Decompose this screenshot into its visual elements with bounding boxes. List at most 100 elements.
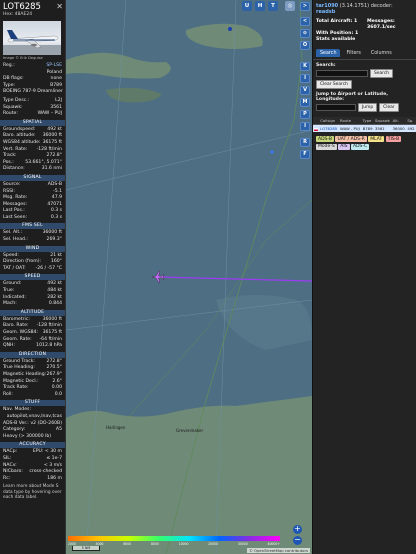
direction-row: True Heading: 270.5°: [0, 365, 65, 372]
spatial-row: WGS84 altitude: 36175 ft: [0, 140, 65, 147]
side-button-i[interactable]: I: [300, 74, 310, 83]
spatial-label[interactable]: Baro. altitude:: [3, 133, 36, 140]
wind-label[interactable]: Direction (from):: [3, 259, 41, 266]
clear-search-button[interactable]: Clear Search: [316, 80, 352, 89]
side-button-m[interactable]: M: [300, 98, 310, 107]
side-button-back[interactable]: <: [300, 17, 310, 26]
altitude-color-legend: [68, 536, 280, 541]
col-speed[interactable]: Sp.: [406, 117, 416, 125]
aircraft-info-panel: LOT6285 Hex: 48AE24 ✕ Image © Erik Degui…: [0, 0, 66, 554]
section-speed: SPEED: [0, 274, 65, 281]
place-harlingen: Harlingen: [106, 425, 126, 430]
direction-label[interactable]: Roll:: [3, 392, 13, 399]
map-button-u[interactable]: U: [242, 1, 252, 11]
jump-input[interactable]: [316, 104, 356, 111]
aircraft-photo[interactable]: [3, 21, 61, 55]
search-input[interactable]: [316, 70, 368, 77]
chip-adsb[interactable]: ADS-B: [316, 136, 334, 142]
chip-uat-adsr[interactable]: UAT / ADS-R: [335, 136, 367, 142]
mainland-shape: [66, 396, 312, 554]
readsb-link[interactable]: readsb: [316, 9, 335, 15]
altitude-row: QNH: 1012.8 hPa: [0, 343, 65, 350]
fms-label[interactable]: Sel. Head.:: [3, 237, 28, 244]
jump-button[interactable]: Jump: [358, 103, 378, 112]
side-button-k[interactable]: K: [300, 62, 310, 71]
direction-row: Roll: 0.0: [0, 392, 65, 399]
section-wind: WIND: [0, 245, 65, 252]
chip-adsc[interactable]: ADS-C: [351, 143, 370, 150]
close-panel-icon[interactable]: ✕: [56, 2, 63, 11]
chip-modes[interactable]: Mode-S: [316, 143, 337, 150]
accuracy-label[interactable]: SIL:: [3, 456, 11, 463]
route-row: Route: WAW – PUJ: [3, 111, 62, 117]
map-view[interactable]: U H T ◎ Harlingen Grevenmaker + − 2000 40…: [66, 0, 312, 554]
altitude-label[interactable]: Geom. WGS84:: [3, 330, 38, 337]
cell-route: WAW - PUJ: [339, 124, 362, 132]
chip-tisb[interactable]: TIS-B: [385, 136, 402, 142]
footer-help-text: Learn more about Mode S data type by hov…: [3, 484, 62, 501]
direction-value: 0.0: [54, 391, 62, 397]
side-button-v[interactable]: V: [300, 86, 310, 95]
signal-label[interactable]: Msg. Rate:: [3, 195, 27, 202]
col-squawk[interactable]: Squawk: [374, 117, 392, 125]
fms-value: 269.3°: [46, 237, 62, 243]
speed-label[interactable]: Mach:: [3, 301, 17, 308]
accuracy-label[interactable]: NICbaro:: [3, 469, 23, 476]
toggle-sidebar-button[interactable]: >: [300, 2, 310, 11]
altitude-label[interactable]: Baro. Rate:: [3, 323, 29, 330]
table-row[interactable]: LOT6285 WAW - PUJ B789 3561 36000 492: [313, 124, 416, 132]
spatial-label[interactable]: Distance:: [3, 166, 25, 173]
tab-search[interactable]: Search: [316, 49, 341, 57]
signal-label[interactable]: Last Seen:: [3, 215, 27, 222]
accuracy-label[interactable]: NACp:: [3, 449, 17, 456]
signal-label[interactable]: Last Pos.:: [3, 208, 25, 215]
map-layers-icon[interactable]: ◎: [285, 1, 295, 11]
col-type[interactable]: Type: [361, 117, 375, 125]
cell-callsign[interactable]: LOT6285: [320, 126, 337, 131]
col-callsign[interactable]: Callsign: [319, 117, 340, 125]
side-button-p[interactable]: P: [300, 110, 310, 119]
search-row: Search: [313, 69, 416, 78]
map-button-h[interactable]: H: [255, 1, 265, 11]
poland-flag-icon: [314, 127, 318, 131]
spatial-label[interactable]: WGS84 altitude:: [3, 140, 41, 147]
wind-label[interactable]: TAT / OAT:: [3, 266, 26, 273]
col-alt[interactable]: Alt.: [391, 117, 407, 125]
side-button-r[interactable]: R: [300, 138, 310, 147]
accuracy-value: EPU: < 30 m: [32, 449, 62, 455]
direction-row: Magnetic Heading: 267.9°: [0, 372, 65, 379]
side-button-i2[interactable]: I: [300, 122, 310, 131]
chip-mlat[interactable]: MLAT: [368, 136, 385, 142]
stats-available-link[interactable]: Stats available: [316, 37, 355, 42]
wind-list: Speed: 21 kt Direction (from): 160° TAT / OA…: [0, 253, 65, 273]
signal-row: Source: ADS-B: [0, 182, 65, 189]
accuracy-row: NICbaro: cross-checked: [0, 469, 65, 476]
speed-label[interactable]: True:: [3, 288, 14, 295]
reg-link[interactable]: SP-LSE: [46, 63, 62, 70]
cell-speed: 492: [406, 124, 416, 132]
accuracy-label[interactable]: Rc:: [3, 476, 10, 483]
col-route[interactable]: Route: [339, 117, 362, 125]
map-button-t[interactable]: T: [268, 1, 278, 11]
clear-jump-button[interactable]: Clear: [379, 103, 399, 112]
direction-label[interactable]: Magnetic Heading:: [3, 372, 46, 379]
altitude-label[interactable]: QNH:: [3, 343, 15, 350]
spatial-value: 36175 ft: [42, 139, 62, 145]
fms-list: Sel. Alt.: 36000 ft Sel. Head.: 269.3°: [0, 230, 65, 243]
signal-value: 47.9: [51, 195, 62, 201]
side-button-f[interactable]: F: [300, 150, 310, 159]
signal-label[interactable]: Source:: [3, 182, 20, 189]
search-button[interactable]: Search: [370, 69, 394, 78]
direction-label[interactable]: Track Rate:: [3, 385, 29, 392]
speed-value: 0.844: [48, 301, 62, 307]
cell-alt: 36000: [391, 124, 407, 132]
direction-label[interactable]: True Heading:: [3, 365, 35, 372]
side-button-o[interactable]: O: [300, 41, 310, 50]
accuracy-row: NACp: EPU: < 30 m: [0, 449, 65, 456]
side-button-center[interactable]: ⊙: [300, 29, 310, 38]
chip-ais[interactable]: AIS: [338, 143, 350, 150]
spatial-label[interactable]: Track:: [3, 153, 17, 160]
tab-filters[interactable]: Filters: [342, 49, 364, 57]
signal-value: 0.3 s: [50, 214, 62, 220]
tab-columns[interactable]: Columns: [367, 49, 396, 57]
